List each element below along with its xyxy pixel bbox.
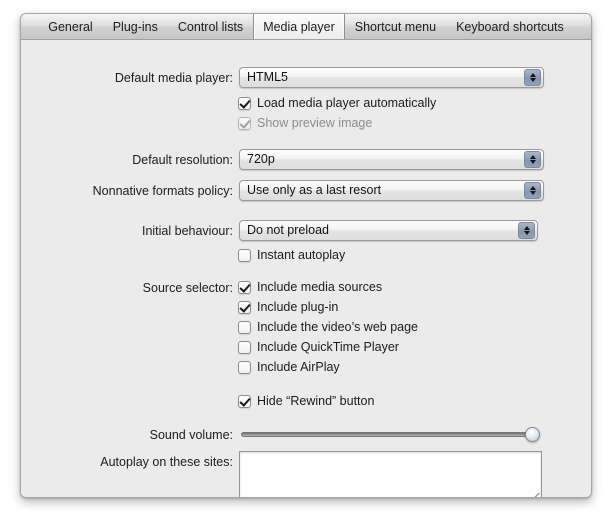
initial-behaviour-select[interactable]: Do not preload — [239, 220, 538, 241]
source-selector-label: Source selector: — [142, 281, 233, 295]
include-plugin-label: Include plug-in — [257, 300, 339, 314]
autoplay-sites-label: Autoplay on these sites: — [100, 455, 233, 469]
stepper-arrows-icon[interactable] — [518, 222, 535, 239]
show-preview-image-label: Show preview image — [257, 116, 373, 130]
nonnative-formats-policy-value: Use only as a last resort — [247, 183, 382, 197]
checkbox-icon — [238, 116, 251, 130]
default-media-player-select[interactable]: HTML5 — [239, 67, 544, 88]
checkbox-icon[interactable] — [238, 300, 251, 314]
sound-volume-slider-thumb[interactable] — [525, 427, 540, 442]
include-airplay-checkbox-row[interactable]: Include AirPlay — [238, 360, 340, 374]
load-media-player-label: Load media player automatically — [257, 96, 437, 110]
sound-volume-label: Sound volume: — [149, 428, 233, 442]
autoplay-sites-textarea[interactable] — [239, 451, 542, 497]
checkbox-icon[interactable] — [238, 360, 251, 374]
include-media-sources-label: Include media sources — [257, 280, 383, 294]
nonnative-formats-policy-select[interactable]: Use only as a last resort — [239, 180, 544, 201]
tab-label: Media player — [263, 19, 335, 34]
initial-behaviour-label: Initial behaviour: — [141, 224, 233, 238]
include-airplay-label: Include AirPlay — [257, 360, 340, 374]
tab-media-player[interactable]: Media player — [253, 14, 345, 39]
checkbox-icon[interactable] — [238, 320, 251, 334]
hide-rewind-label: Hide “Rewind” button — [257, 394, 375, 408]
stepper-arrows-icon[interactable] — [524, 151, 541, 168]
default-resolution-value: 720p — [247, 152, 275, 166]
sound-volume-slider-track[interactable] — [241, 432, 536, 437]
include-quicktime-checkbox-row[interactable]: Include QuickTime Player — [238, 340, 399, 354]
tab-label: Keyboard shortcuts — [456, 19, 564, 34]
hide-rewind-checkbox-row[interactable]: Hide “Rewind” button — [238, 394, 374, 408]
checkbox-icon[interactable] — [238, 340, 251, 354]
tab-bar: General Plug-ins Control lists Media pla… — [21, 14, 591, 40]
resize-grip-icon[interactable] — [529, 493, 540, 497]
default-resolution-label: Default resolution: — [132, 153, 233, 167]
tab-plug-ins[interactable]: Plug-ins — [103, 14, 168, 39]
checkbox-icon[interactable] — [238, 248, 251, 262]
checkbox-icon[interactable] — [238, 280, 251, 294]
include-quicktime-label: Include QuickTime Player — [257, 340, 399, 354]
include-web-page-label: Include the video’s web page — [257, 320, 418, 334]
checkbox-icon[interactable] — [238, 394, 251, 408]
include-web-page-checkbox-row[interactable]: Include the video’s web page — [238, 320, 418, 334]
stepper-arrows-icon[interactable] — [524, 69, 541, 86]
tab-label: Control lists — [177, 19, 244, 34]
include-media-sources-checkbox-row[interactable]: Include media sources — [238, 280, 382, 294]
checkbox-icon[interactable] — [238, 96, 251, 110]
load-media-player-checkbox-row[interactable]: Load media player automatically — [238, 96, 436, 110]
preferences-panel: General Plug-ins Control lists Media pla… — [20, 13, 592, 498]
tab-label: Plug-ins — [112, 19, 158, 34]
nonnative-formats-policy-label: Nonnative formats policy: — [92, 184, 233, 198]
instant-autoplay-checkbox-row[interactable]: Instant autoplay — [238, 248, 345, 262]
initial-behaviour-value: Do not preload — [247, 223, 330, 237]
default-media-player-label: Default media player: — [114, 71, 233, 85]
media-player-pane: Default media player: HTML5 Load media p… — [21, 40, 591, 497]
tab-control-lists[interactable]: Control lists — [168, 14, 253, 39]
tab-label: Shortcut menu — [354, 19, 437, 34]
default-resolution-select[interactable]: 720p — [239, 149, 544, 170]
default-media-player-value: HTML5 — [247, 70, 288, 84]
include-plugin-checkbox-row[interactable]: Include plug-in — [238, 300, 338, 314]
stepper-arrows-icon[interactable] — [524, 182, 541, 199]
tab-label: General — [48, 19, 93, 34]
tab-shortcut-menu[interactable]: Shortcut menu — [345, 14, 446, 39]
instant-autoplay-label: Instant autoplay — [257, 248, 346, 262]
show-preview-image-checkbox-row: Show preview image — [238, 116, 372, 130]
tab-keyboard-shortcuts[interactable]: Keyboard shortcuts — [446, 14, 574, 39]
tab-general[interactable]: General — [38, 14, 102, 39]
